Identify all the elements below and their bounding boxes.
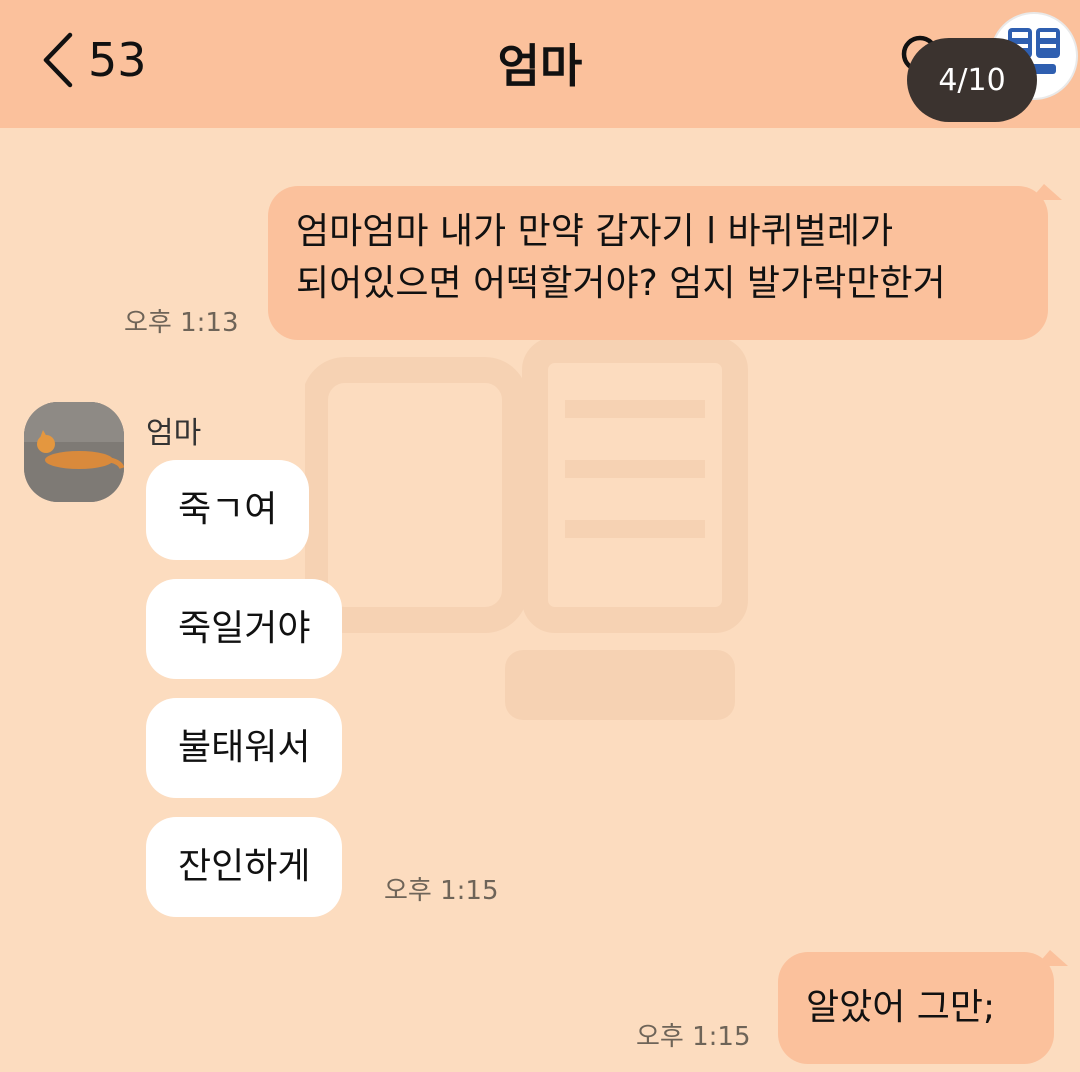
message-text: 잔인하게 xyxy=(178,846,311,887)
page-counter-badge: 4/10 xyxy=(907,38,1037,122)
sent-message-bubble: 알았어 그만; xyxy=(778,952,1054,1064)
background-watermark-icon xyxy=(305,337,748,720)
message-timestamp: 오후 1:15 xyxy=(636,1022,751,1052)
chat-header: 53 엄마 4/10 xyxy=(0,0,1080,128)
message-text: 불태워서 xyxy=(178,727,311,768)
bubble-tail xyxy=(1030,184,1062,200)
received-message-bubble: 불태워서 xyxy=(146,698,343,798)
message-text-line: 엄마엄마 내가 만약 갑자기 l 바퀴벌레가 xyxy=(296,211,894,252)
message-text: 죽ㄱ여 xyxy=(178,489,278,530)
sender-name: 엄마 xyxy=(146,416,202,451)
sent-message-bubble: 엄마엄마 내가 만약 갑자기 l 바퀴벌레가 되어있으면 어떡할거야? 엄지 발… xyxy=(268,186,1048,340)
bubble-tail xyxy=(1036,950,1068,966)
avatar[interactable] xyxy=(24,402,124,502)
received-message-bubble: 잔인하게 xyxy=(146,817,343,917)
message-text: 죽일거야 xyxy=(178,608,311,649)
received-message-bubble: 죽ㄱ여 xyxy=(146,460,310,560)
message-text: 알았어 그만; xyxy=(806,987,996,1028)
message-timestamp: 오후 1:15 xyxy=(384,876,499,906)
message-timestamp: 오후 1:13 xyxy=(124,308,239,338)
received-message-bubble: 죽일거야 xyxy=(146,579,343,679)
message-text-line: 되어있으면 어떡할거야? 엄지 발가락만한거 xyxy=(296,263,946,304)
